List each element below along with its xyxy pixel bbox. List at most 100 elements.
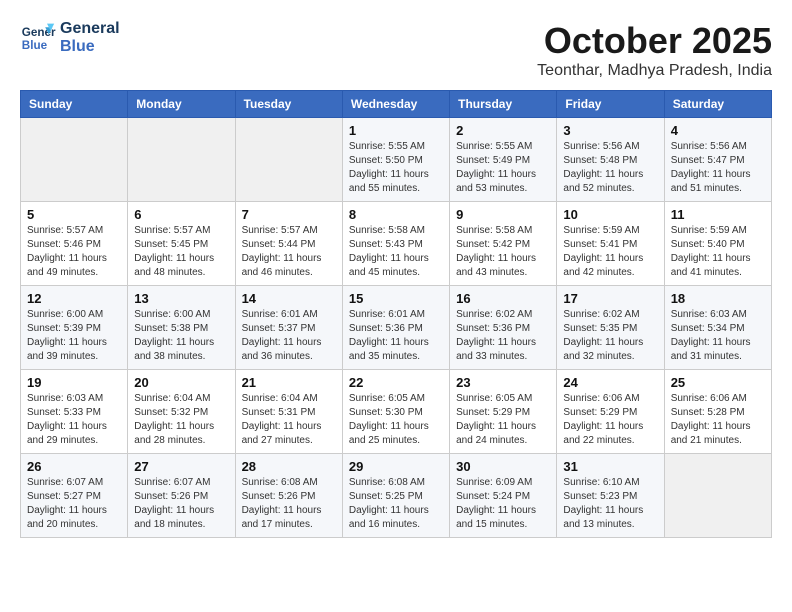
header: General Blue GeneralBlue October 2025 Te… (20, 20, 772, 80)
day-number: 18 (671, 291, 765, 306)
day-number: 26 (27, 459, 121, 474)
day-info: Sunrise: 6:03 AMSunset: 5:33 PMDaylight:… (27, 392, 121, 448)
weekday-header-thursday: Thursday (450, 91, 557, 118)
day-number: 19 (27, 375, 121, 390)
weekday-header-monday: Monday (128, 91, 235, 118)
day-number: 11 (671, 207, 765, 222)
day-number: 21 (242, 375, 336, 390)
day-number: 14 (242, 291, 336, 306)
day-info: Sunrise: 5:59 AMSunset: 5:41 PMDaylight:… (563, 224, 657, 280)
day-number: 23 (456, 375, 550, 390)
day-info: Sunrise: 6:07 AMSunset: 5:27 PMDaylight:… (27, 476, 121, 532)
day-info: Sunrise: 6:06 AMSunset: 5:28 PMDaylight:… (671, 392, 765, 448)
day-info: Sunrise: 5:57 AMSunset: 5:44 PMDaylight:… (242, 224, 336, 280)
calendar-cell: 14 Sunrise: 6:01 AMSunset: 5:37 PMDayligh… (235, 286, 342, 370)
weekday-header-friday: Friday (557, 91, 664, 118)
day-info: Sunrise: 5:57 AMSunset: 5:45 PMDaylight:… (134, 224, 228, 280)
day-info: Sunrise: 5:56 AMSunset: 5:47 PMDaylight:… (671, 140, 765, 196)
weekday-header-row: SundayMondayTuesdayWednesdayThursdayFrid… (21, 91, 772, 118)
day-number: 22 (349, 375, 443, 390)
calendar-cell (664, 454, 771, 538)
calendar-cell: 27Sunrise: 6:07 AMSunset: 5:26 PMDayligh… (128, 454, 235, 538)
calendar-cell: 28 Sunrise: 6:08 AMSunset: 5:26 PMDayligh… (235, 454, 342, 538)
day-number: 10 (563, 207, 657, 222)
day-number: 3 (563, 123, 657, 138)
calendar-cell (235, 118, 342, 202)
day-number: 13 (134, 291, 228, 306)
calendar-week-row: 19 Sunrise: 6:03 AMSunset: 5:33 PMDayligh… (21, 370, 772, 454)
day-info: Sunrise: 6:08 AMSunset: 5:25 PMDaylight:… (349, 476, 443, 532)
calendar-cell: 29Sunrise: 6:08 AMSunset: 5:25 PMDayligh… (342, 454, 449, 538)
day-info: Sunrise: 6:02 AMSunset: 5:36 PMDaylight:… (456, 308, 550, 364)
calendar-cell: 8 Sunrise: 5:58 AMSunset: 5:43 PMDaylight… (342, 202, 449, 286)
day-info: Sunrise: 6:06 AMSunset: 5:29 PMDaylight:… (563, 392, 657, 448)
day-number: 6 (134, 207, 228, 222)
day-info: Sunrise: 6:04 AMSunset: 5:31 PMDaylight:… (242, 392, 336, 448)
calendar-cell: 5 Sunrise: 5:57 AMSunset: 5:46 PMDaylight… (21, 202, 128, 286)
calendar-cell (128, 118, 235, 202)
logo-icon: General Blue (20, 20, 56, 56)
calendar-cell: 11 Sunrise: 5:59 AMSunset: 5:40 PMDayligh… (664, 202, 771, 286)
weekday-header-wednesday: Wednesday (342, 91, 449, 118)
day-info: Sunrise: 6:01 AMSunset: 5:37 PMDaylight:… (242, 308, 336, 364)
calendar-week-row: 1Sunrise: 5:55 AMSunset: 5:50 PMDaylight… (21, 118, 772, 202)
calendar-week-row: 12Sunrise: 6:00 AMSunset: 5:39 PMDayligh… (21, 286, 772, 370)
day-info: Sunrise: 6:00 AMSunset: 5:38 PMDaylight:… (134, 308, 228, 364)
day-info: Sunrise: 6:08 AMSunset: 5:26 PMDaylight:… (242, 476, 336, 532)
day-info: Sunrise: 6:00 AMSunset: 5:39 PMDaylight:… (27, 308, 121, 364)
calendar-cell: 23 Sunrise: 6:05 AMSunset: 5:29 PMDayligh… (450, 370, 557, 454)
day-number: 25 (671, 375, 765, 390)
day-info: Sunrise: 6:02 AMSunset: 5:35 PMDaylight:… (563, 308, 657, 364)
location-title: Teonthar, Madhya Pradesh, India (537, 62, 772, 80)
day-number: 27 (134, 459, 228, 474)
calendar-week-row: 5 Sunrise: 5:57 AMSunset: 5:46 PMDaylight… (21, 202, 772, 286)
day-number: 31 (563, 459, 657, 474)
day-number: 24 (563, 375, 657, 390)
day-info: Sunrise: 6:10 AMSunset: 5:23 PMDaylight:… (563, 476, 657, 532)
calendar-cell: 24 Sunrise: 6:06 AMSunset: 5:29 PMDayligh… (557, 370, 664, 454)
calendar-cell: 16Sunrise: 6:02 AMSunset: 5:36 PMDayligh… (450, 286, 557, 370)
day-info: Sunrise: 6:04 AMSunset: 5:32 PMDaylight:… (134, 392, 228, 448)
calendar-cell: 31 Sunrise: 6:10 AMSunset: 5:23 PMDayligh… (557, 454, 664, 538)
day-number: 28 (242, 459, 336, 474)
day-info: Sunrise: 5:58 AMSunset: 5:43 PMDaylight:… (349, 224, 443, 280)
calendar-cell: 12Sunrise: 6:00 AMSunset: 5:39 PMDayligh… (21, 286, 128, 370)
day-number: 17 (563, 291, 657, 306)
day-info: Sunrise: 5:57 AMSunset: 5:46 PMDaylight:… (27, 224, 121, 280)
calendar-cell: 18 Sunrise: 6:03 AMSunset: 5:34 PMDayligh… (664, 286, 771, 370)
day-number: 5 (27, 207, 121, 222)
day-number: 8 (349, 207, 443, 222)
calendar-cell: 15Sunrise: 6:01 AMSunset: 5:36 PMDayligh… (342, 286, 449, 370)
day-number: 9 (456, 207, 550, 222)
calendar-cell: 13 Sunrise: 6:00 AMSunset: 5:38 PMDayligh… (128, 286, 235, 370)
calendar-cell (21, 118, 128, 202)
calendar-cell: 2 Sunrise: 5:55 AMSunset: 5:49 PMDaylight… (450, 118, 557, 202)
svg-text:Blue: Blue (22, 39, 48, 52)
calendar-cell: 25 Sunrise: 6:06 AMSunset: 5:28 PMDayligh… (664, 370, 771, 454)
day-info: Sunrise: 5:58 AMSunset: 5:42 PMDaylight:… (456, 224, 550, 280)
day-info: Sunrise: 5:56 AMSunset: 5:48 PMDaylight:… (563, 140, 657, 196)
calendar-cell: 4Sunrise: 5:56 AMSunset: 5:47 PMDaylight… (664, 118, 771, 202)
calendar-cell: 6 Sunrise: 5:57 AMSunset: 5:45 PMDaylight… (128, 202, 235, 286)
calendar-cell: 19 Sunrise: 6:03 AMSunset: 5:33 PMDayligh… (21, 370, 128, 454)
day-number: 20 (134, 375, 228, 390)
calendar-cell: 20 Sunrise: 6:04 AMSunset: 5:32 PMDayligh… (128, 370, 235, 454)
day-info: Sunrise: 6:05 AMSunset: 5:29 PMDaylight:… (456, 392, 550, 448)
day-info: Sunrise: 6:09 AMSunset: 5:24 PMDaylight:… (456, 476, 550, 532)
day-info: Sunrise: 6:03 AMSunset: 5:34 PMDaylight:… (671, 308, 765, 364)
calendar-cell: 17 Sunrise: 6:02 AMSunset: 5:35 PMDayligh… (557, 286, 664, 370)
calendar-cell: 21 Sunrise: 6:04 AMSunset: 5:31 PMDayligh… (235, 370, 342, 454)
weekday-header-saturday: Saturday (664, 91, 771, 118)
calendar-cell: 9 Sunrise: 5:58 AMSunset: 5:42 PMDaylight… (450, 202, 557, 286)
day-info: Sunrise: 6:05 AMSunset: 5:30 PMDaylight:… (349, 392, 443, 448)
logo-text: GeneralBlue (60, 20, 120, 57)
logo: General Blue GeneralBlue (20, 20, 120, 57)
day-number: 2 (456, 123, 550, 138)
calendar-week-row: 26 Sunrise: 6:07 AMSunset: 5:27 PMDayligh… (21, 454, 772, 538)
day-number: 7 (242, 207, 336, 222)
day-info: Sunrise: 6:01 AMSunset: 5:36 PMDaylight:… (349, 308, 443, 364)
day-info: Sunrise: 5:59 AMSunset: 5:40 PMDaylight:… (671, 224, 765, 280)
calendar-table: SundayMondayTuesdayWednesdayThursdayFrid… (20, 90, 772, 538)
weekday-header-sunday: Sunday (21, 91, 128, 118)
day-info: Sunrise: 5:55 AMSunset: 5:49 PMDaylight:… (456, 140, 550, 196)
